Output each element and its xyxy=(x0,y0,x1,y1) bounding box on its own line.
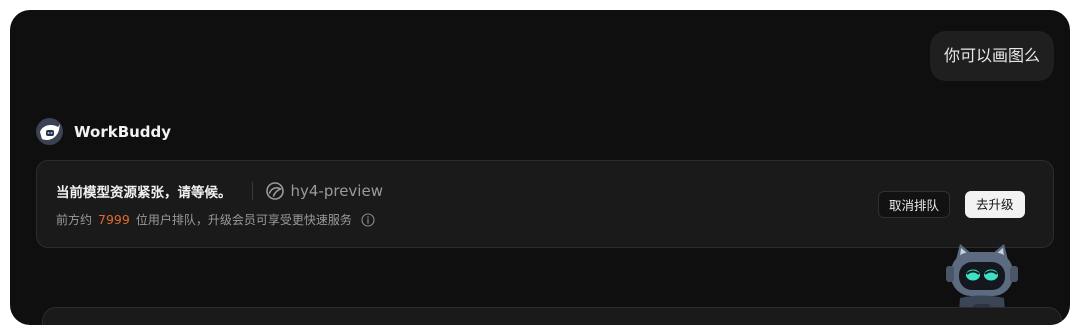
user-message-bubble: 你可以画图么 xyxy=(929,31,1054,81)
model-name: hy4-preview xyxy=(290,182,383,200)
queue-title-row: 当前模型资源紧张，请等候。 hy4-preview xyxy=(56,180,383,202)
message-composer[interactable] xyxy=(42,307,1062,325)
bot-header: WorkBuddy xyxy=(36,118,171,145)
queue-count: 7999 xyxy=(98,212,130,227)
bot-name: WorkBuddy xyxy=(74,122,172,141)
queue-subtitle-suffix: 位用户排队，升级会员可享受更快速服务 xyxy=(135,213,352,227)
queue-title: 当前模型资源紧张，请等候。 xyxy=(56,185,232,201)
divider xyxy=(251,182,253,200)
chat-window: 你可以画图么 WorkBuddy 当前模型资源紧张，请等候。 hy4-previ… xyxy=(10,10,1070,325)
queue-notice-card: 当前模型资源紧张，请等候。 hy4-preview 前方约 7999 位用户排队… xyxy=(36,160,1054,248)
queue-subtitle-prefix: 前方约 xyxy=(56,213,93,227)
upgrade-button[interactable]: 去升级 xyxy=(965,191,1025,218)
info-circle-icon[interactable] xyxy=(361,212,375,227)
workbuddy-avatar-icon xyxy=(36,118,63,145)
hunyuan-logo-icon xyxy=(265,182,284,200)
cancel-queue-button[interactable]: 取消排队 xyxy=(878,191,951,218)
queue-subtitle: 前方约 7999 位用户排队，升级会员可享受更快速服务 xyxy=(56,211,375,228)
